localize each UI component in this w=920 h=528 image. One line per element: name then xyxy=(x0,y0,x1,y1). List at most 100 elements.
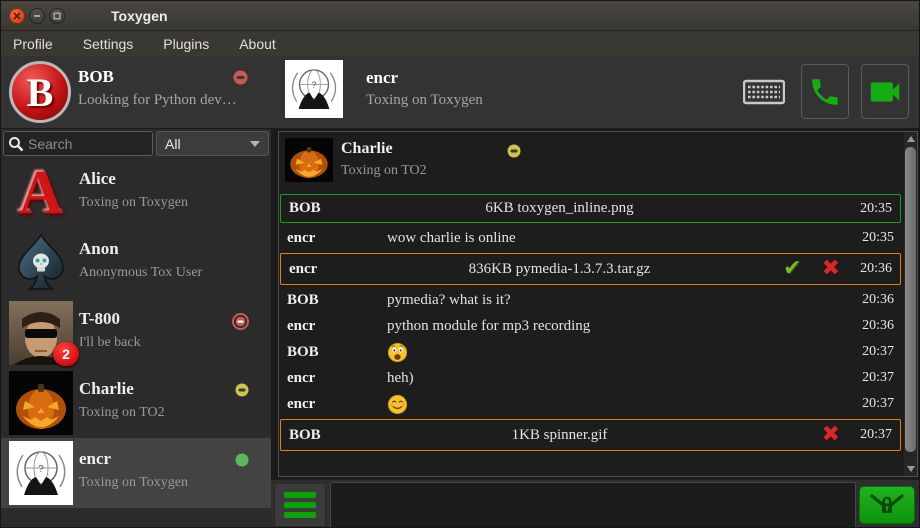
message-time: 20:37 xyxy=(840,427,892,443)
accept-file-button[interactable]: ✔ xyxy=(783,258,801,280)
hamburger-icon xyxy=(284,492,316,498)
attachment-menu-button[interactable] xyxy=(274,483,326,527)
message-row: BOB 20:37 xyxy=(279,339,902,365)
online-status-icon xyxy=(235,453,249,472)
chevron-down-icon xyxy=(250,141,260,147)
menu-plugins[interactable]: Plugins xyxy=(163,36,209,52)
busy-status-icon[interactable] xyxy=(233,70,248,90)
message-row: BOB pymedia? what is it? 20:36 xyxy=(279,287,902,313)
self-name[interactable]: BOB xyxy=(78,67,114,87)
minimize-button[interactable] xyxy=(29,8,45,24)
skull-spade-avatar xyxy=(9,231,73,295)
contact-status-message: Anonymous Tox User xyxy=(79,265,202,281)
partner-name: encr xyxy=(366,68,398,88)
peer-name: Charlie xyxy=(341,140,393,158)
contact-name: Alice xyxy=(79,169,116,189)
self-avatar-letter: B xyxy=(27,69,54,116)
decline-file-button[interactable]: ✖ xyxy=(822,258,840,280)
chat-area: Charlie Toxing on TO2 BOB 6KB toxygen_in… xyxy=(271,129,920,479)
contact-status-message: Toxing on Toxygen xyxy=(79,195,188,211)
smiling-face-emoji xyxy=(387,394,842,415)
message-sender: encr xyxy=(287,370,387,387)
encrypted-send-icon xyxy=(869,492,905,518)
message-time: 20:37 xyxy=(842,344,894,360)
unread-count-badge: 2 xyxy=(53,342,79,366)
file-name: 836KB pymedia-1.3.7.3.tar.gz xyxy=(389,261,730,278)
pumpkin-avatar xyxy=(9,371,73,435)
menu-about[interactable]: About xyxy=(239,36,276,52)
contact-row-charlie[interactable]: Charlie Toxing on TO2 xyxy=(1,368,271,438)
scrollbar-thumb[interactable] xyxy=(905,147,916,452)
close-button[interactable] xyxy=(9,8,25,24)
message-input[interactable] xyxy=(330,482,856,528)
file-transfer-row: encr 836KB pymedia-1.3.7.3.tar.gz ✔ ✖ 20… xyxy=(280,253,901,285)
search-icon xyxy=(8,136,24,152)
busy-status-ring-icon xyxy=(232,313,249,335)
message-time: 20:37 xyxy=(842,396,894,412)
keyboard-icon[interactable] xyxy=(743,78,785,111)
contact-sidebar: All A Alice Toxing on Toxygen xyxy=(1,129,271,528)
self-status-message[interactable]: Looking for Python dev… xyxy=(78,92,237,109)
away-status-icon xyxy=(235,383,249,402)
scroll-down-arrow[interactable] xyxy=(904,462,917,476)
contact-row-t800[interactable]: T-800 I'll be back 2 xyxy=(1,298,271,368)
top-panel: B BOB Looking for Python dev… ? encr Tox… xyxy=(1,56,920,129)
message-sender: BOB xyxy=(289,200,389,217)
message-text: python module for mp3 recording xyxy=(387,318,842,335)
composer-bar xyxy=(271,479,920,528)
menu-settings[interactable]: Settings xyxy=(83,36,134,52)
message-row: encr 20:37 xyxy=(279,391,902,417)
shocked-face-emoji xyxy=(387,342,842,363)
question-mark-glyph: ? xyxy=(311,80,316,90)
file-transfer-row: BOB 1KB spinner.gif ✖ 20:37 xyxy=(280,419,901,451)
message-sender: BOB xyxy=(287,344,387,361)
message-list: Charlie Toxing on TO2 BOB 6KB toxygen_in… xyxy=(278,131,918,477)
contact-name: Charlie xyxy=(79,379,134,399)
file-transfer-row: BOB 6KB toxygen_inline.png 20:35 xyxy=(280,194,901,223)
message-time: 20:36 xyxy=(842,292,894,308)
search-row: All xyxy=(1,129,271,158)
audio-call-button[interactable] xyxy=(801,64,849,119)
search-box xyxy=(3,131,153,156)
filter-value: All xyxy=(165,136,250,152)
message-time: 20:36 xyxy=(840,261,892,277)
contact-row-anon[interactable]: Anon Anonymous Tox User xyxy=(1,228,271,298)
contact-status-message: I'll be back xyxy=(79,335,141,351)
window-controls xyxy=(9,8,65,24)
partner-status-message: Toxing on Toxygen xyxy=(366,92,483,109)
toxygen-window: Toxygen Profile Settings Plugins About B… xyxy=(0,0,920,528)
peer-status-message: Toxing on TO2 xyxy=(341,163,427,179)
away-status-icon xyxy=(507,144,521,163)
contact-name: encr xyxy=(79,449,111,469)
message-sender: encr xyxy=(287,230,387,247)
partner-avatar: ? xyxy=(285,60,343,118)
contact-status-message: Toxing on Toxygen xyxy=(79,475,188,491)
file-name: 6KB toxygen_inline.png xyxy=(389,200,730,217)
messages: BOB 6KB toxygen_inline.png 20:35 encr wo… xyxy=(279,192,902,453)
self-avatar[interactable]: B xyxy=(9,61,71,123)
video-camera-icon xyxy=(866,73,904,111)
message-time: 20:35 xyxy=(842,230,894,246)
contact-row-encr[interactable]: ? encr Toxing on Toxygen xyxy=(1,438,271,508)
pumpkin-avatar-small xyxy=(285,138,333,182)
question-mark-glyph: ? xyxy=(38,464,44,475)
maximize-button[interactable] xyxy=(49,8,65,24)
scroll-up-arrow[interactable] xyxy=(904,132,917,146)
message-row: encr wow charlie is online 20:35 xyxy=(279,225,902,251)
message-sender: encr xyxy=(287,318,387,335)
message-text: pymedia? what is it? xyxy=(387,292,842,309)
window-title: Toxygen xyxy=(111,8,168,24)
file-name: 1KB spinner.gif xyxy=(389,427,730,444)
decline-file-button[interactable]: ✖ xyxy=(822,424,840,446)
message-text: heh) xyxy=(387,370,842,387)
send-message-button[interactable] xyxy=(859,486,915,524)
chat-scrollbar xyxy=(904,132,917,476)
contact-row-alice[interactable]: A Alice Toxing on Toxygen xyxy=(1,158,271,228)
contact-filter-dropdown[interactable]: All xyxy=(156,131,269,156)
menu-profile[interactable]: Profile xyxy=(13,36,53,52)
search-input[interactable] xyxy=(28,136,138,152)
message-time: 20:35 xyxy=(840,201,892,217)
video-call-button[interactable] xyxy=(861,64,909,119)
contact-name: T-800 xyxy=(79,309,120,329)
message-row: encr heh) 20:37 xyxy=(279,365,902,391)
